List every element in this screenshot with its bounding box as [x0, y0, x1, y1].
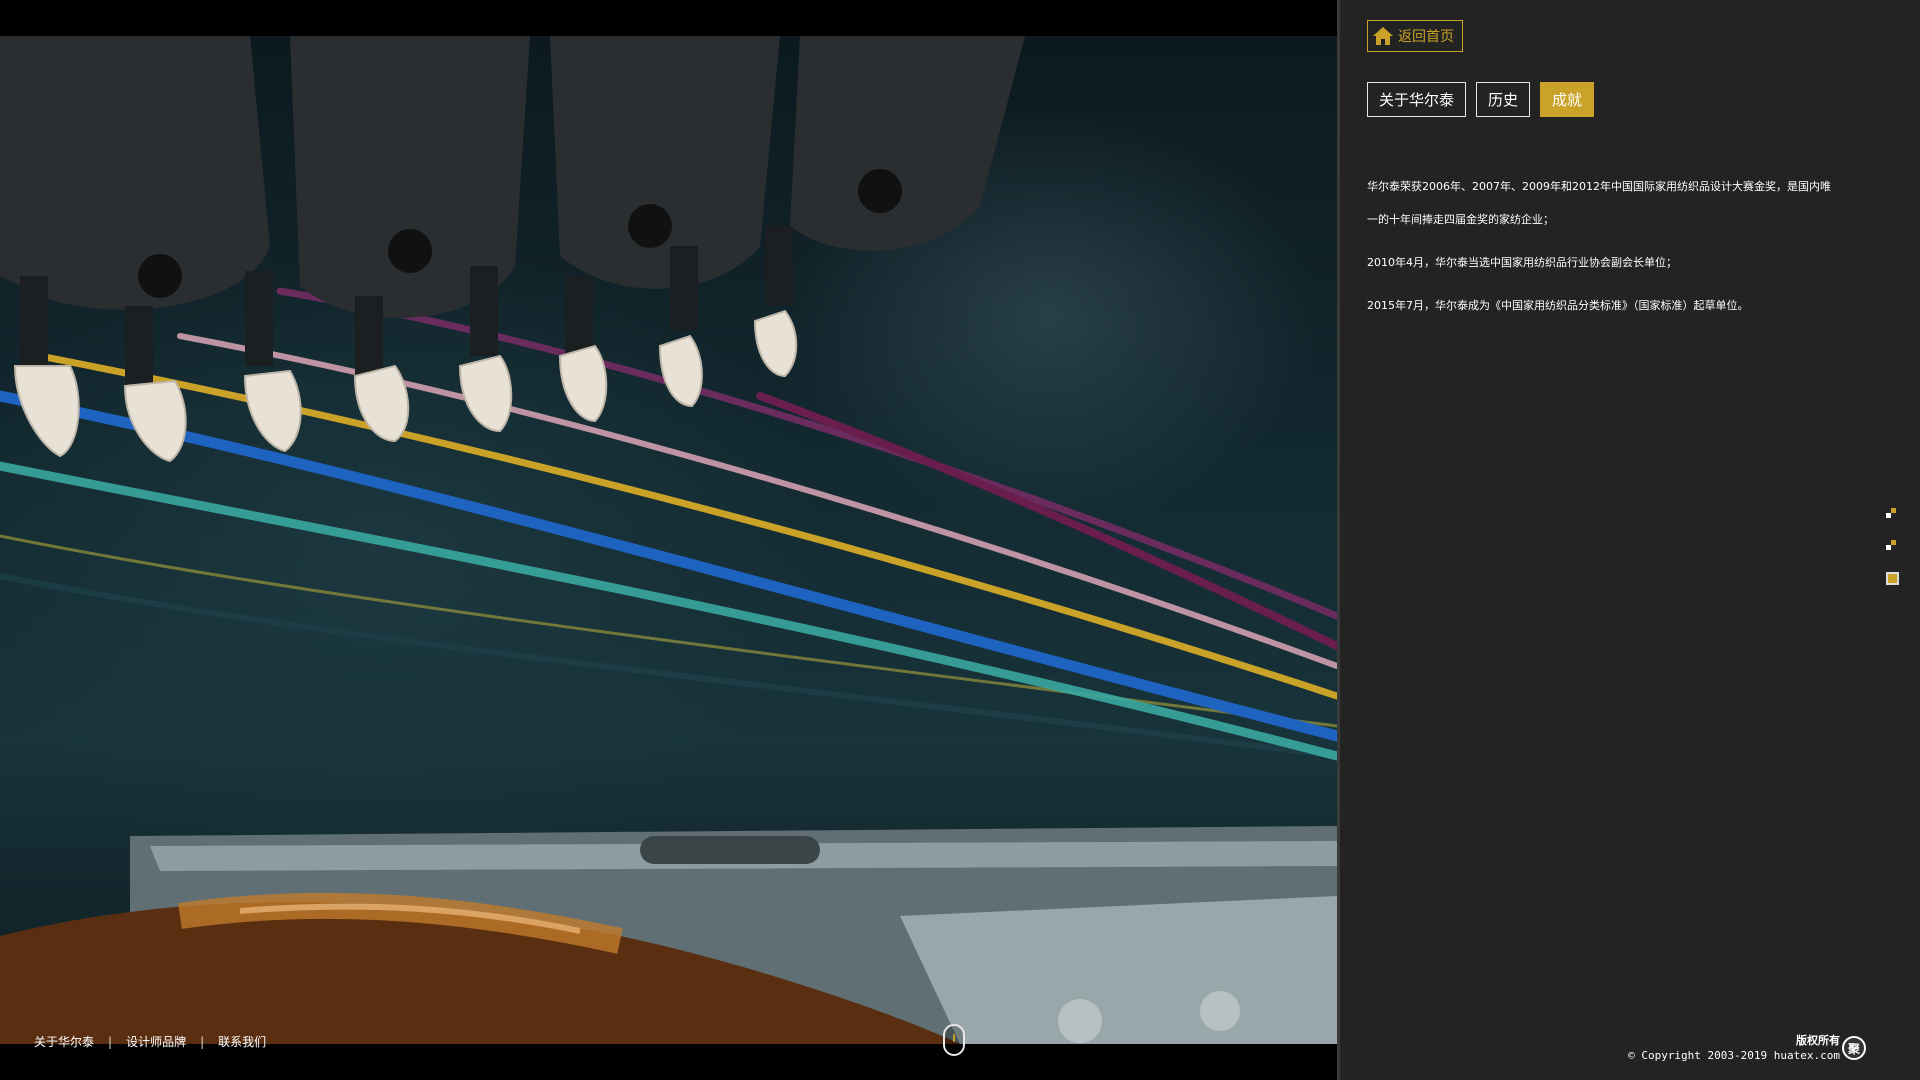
tab-achievements[interactable]: 成就 — [1540, 82, 1595, 117]
pagination-dot-active[interactable] — [1886, 572, 1899, 585]
hero-photo-area: 关于华尔泰 | 设计师品牌 | 联系我们 — [0, 0, 1337, 1080]
home-icon — [1373, 27, 1393, 45]
tufting-machine-illustration — [0, 36, 1337, 1044]
hero-photo — [0, 36, 1337, 1044]
copyright: 版权所有 © Copyright 2003-2019 huatex.com — [1628, 1033, 1840, 1063]
footer-separator: | — [200, 1034, 205, 1049]
copyright-title: 版权所有 — [1796, 1034, 1840, 1047]
tab-about[interactable]: 关于华尔泰 — [1367, 82, 1467, 117]
pagination-dot[interactable] — [1886, 508, 1898, 520]
footer-link-about[interactable]: 关于华尔泰 — [34, 1033, 94, 1050]
footer-link-designer-brand[interactable]: 设计师品牌 — [126, 1033, 186, 1050]
home-button-label: 返回首页 — [1398, 29, 1454, 45]
achievement-paragraph: 2010年4月，华尔泰当选中国家用纺织品行业协会副会长单位； — [1367, 256, 1677, 269]
achievement-paragraph: 华尔泰荣获2006年、2007年、2009年和2012年中国国际家用纺织品设计大… — [1367, 180, 1831, 226]
copyright-line: © Copyright 2003-2019 huatex.com — [1628, 1049, 1840, 1062]
achievement-paragraph: 2015年7月，华尔泰成为《中国家用纺织品分类标准》（国家标准）起草单位。 — [1367, 299, 1749, 312]
footer-link-contact[interactable]: 联系我们 — [218, 1033, 266, 1050]
info-panel: 返回首页 关于华尔泰 历史 成就 华尔泰荣获2006年、2007年、2009年和… — [1337, 0, 1920, 1080]
section-tabs: 关于华尔泰 历史 成就 — [1367, 82, 1604, 117]
pagination-dot[interactable] — [1886, 540, 1898, 552]
footer-links: 关于华尔泰 | 设计师品牌 | 联系我们 — [34, 1033, 266, 1050]
stamp-icon: 聚 — [1842, 1036, 1866, 1060]
home-button[interactable]: 返回首页 — [1367, 20, 1463, 52]
tab-history[interactable]: 历史 — [1476, 82, 1531, 117]
scroll-down-mouse-icon[interactable] — [943, 1024, 965, 1056]
slide-pagination — [1886, 508, 1899, 605]
achievements-content: 华尔泰荣获2006年、2007年、2009年和2012年中国国际家用纺织品设计大… — [1367, 170, 1837, 322]
footer-separator: | — [108, 1034, 113, 1049]
